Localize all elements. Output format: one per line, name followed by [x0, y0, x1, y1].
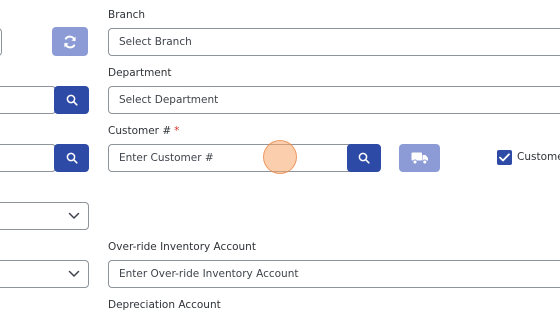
department-label: Department [108, 67, 172, 79]
left-select-row4[interactable] [0, 202, 89, 230]
branch-select[interactable]: Select Branch [108, 28, 560, 56]
customer-label: Customer # * [108, 125, 179, 137]
department-placeholder: Select Department [119, 94, 219, 106]
department-select[interactable]: Select Department [108, 86, 560, 114]
customer-placeholder: Enter Customer # [119, 152, 214, 164]
customer-checkbox[interactable] [497, 150, 512, 165]
customer-search-button[interactable] [347, 144, 381, 172]
chevron-down-icon [68, 270, 80, 277]
left-select-row5[interactable] [0, 260, 89, 288]
search-icon [358, 152, 370, 164]
branch-placeholder: Select Branch [119, 36, 192, 48]
check-icon [499, 153, 510, 162]
chevron-down-icon [68, 212, 80, 219]
click-indicator [263, 140, 297, 174]
branch-label: Branch [108, 9, 146, 21]
left-field-row3[interactable] [0, 144, 56, 172]
search-icon [66, 94, 78, 106]
left-search-button-row2[interactable] [54, 86, 89, 114]
required-mark: * [174, 125, 180, 137]
truck-icon [411, 152, 428, 165]
refresh-button[interactable] [52, 27, 88, 56]
search-icon [66, 152, 78, 164]
depreciation-label: Depreciation Account [108, 299, 221, 311]
customer-label-text: Customer # [108, 125, 172, 137]
override-inventory-label: Over-ride Inventory Account [108, 241, 256, 253]
left-field-row1[interactable] [0, 28, 2, 56]
override-inventory-placeholder: Enter Over-ride Inventory Account [119, 268, 299, 280]
left-search-button-row3[interactable] [54, 144, 89, 172]
customer-checkbox-label: Customer [517, 151, 560, 163]
left-field-row2[interactable] [0, 86, 56, 114]
customer-input[interactable]: Enter Customer # [108, 144, 353, 172]
delivery-button[interactable] [399, 144, 440, 172]
refresh-icon [64, 35, 76, 48]
override-inventory-input[interactable]: Enter Over-ride Inventory Account [108, 260, 560, 288]
